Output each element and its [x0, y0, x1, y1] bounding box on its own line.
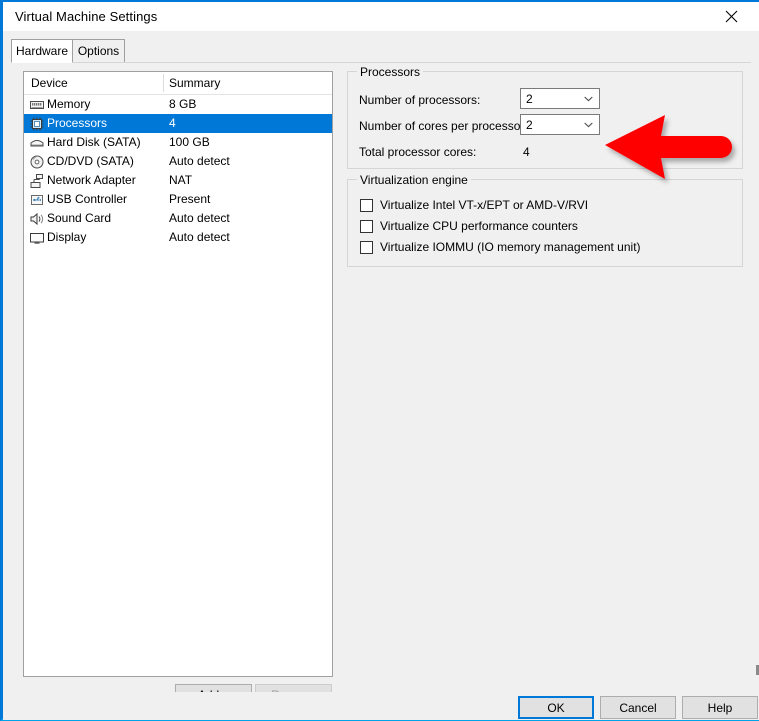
tab-strip: Hardware Options	[11, 39, 751, 63]
total-processor-cores-label: Total processor cores:	[359, 145, 477, 159]
device-name: Sound Card	[47, 211, 112, 225]
number-of-cores-value: 2	[526, 118, 533, 132]
number-of-processors-dropdown[interactable]: 2	[520, 88, 600, 109]
column-header-device[interactable]: Device	[31, 76, 68, 90]
tab-options[interactable]: Options	[72, 39, 125, 63]
tab-hardware-label: Hardware	[15, 44, 69, 58]
number-of-cores-label: Number of cores per processor:	[359, 119, 528, 133]
number-of-processors-label: Number of processors:	[359, 93, 481, 107]
client-area: Hardware Options Device Summary Memory 8…	[3, 31, 759, 720]
network-adapter-icon	[30, 174, 43, 188]
device-row-display[interactable]: Display Auto detect	[24, 228, 332, 247]
device-summary: 8 GB	[169, 97, 197, 111]
cancel-button[interactable]: Cancel	[600, 696, 676, 719]
display-icon	[30, 233, 44, 244]
number-of-cores-dropdown[interactable]: 2	[520, 114, 600, 135]
device-row-processors[interactable]: Processors 4	[24, 114, 332, 133]
tab-hardware[interactable]: Hardware	[11, 39, 73, 63]
device-row-usb-controller[interactable]: USB Controller Present	[24, 190, 332, 209]
device-summary: NAT	[169, 173, 193, 187]
device-list-header: Device Summary	[24, 72, 332, 95]
device-name: USB Controller	[47, 192, 128, 206]
processors-group-title: Processors	[357, 65, 424, 79]
device-name: Processors	[47, 116, 108, 130]
device-summary: Present	[169, 192, 211, 206]
window-title: Virtual Machine Settings	[15, 9, 158, 24]
title-bar: Virtual Machine Settings	[3, 2, 759, 31]
device-name: Display	[47, 230, 87, 244]
device-row-cd-dvd[interactable]: CD/DVD (SATA) Auto detect	[24, 152, 332, 171]
device-name: CD/DVD (SATA)	[47, 154, 134, 168]
checkbox-label: Virtualize IOMMU (IO memory management u…	[380, 240, 641, 254]
device-row-memory[interactable]: Memory 8 GB	[24, 95, 332, 114]
chevron-down-icon	[584, 122, 593, 128]
tab-strip-divider	[11, 62, 751, 63]
column-divider	[163, 74, 164, 92]
number-of-processors-value: 2	[526, 92, 533, 106]
sound-card-icon	[30, 212, 44, 226]
cancel-button-label: Cancel	[619, 700, 657, 715]
close-button[interactable]	[709, 2, 753, 31]
checkbox-label: Virtualize CPU performance counters	[380, 219, 578, 233]
device-name: Network Adapter	[47, 173, 136, 187]
ok-button[interactable]: OK	[518, 696, 594, 719]
chevron-down-icon	[584, 96, 593, 102]
device-row-network-adapter[interactable]: Network Adapter NAT	[24, 171, 332, 190]
hard-disk-icon	[30, 140, 44, 147]
memory-icon	[30, 101, 44, 109]
processors-group: Processors Number of processors: 2 Numbe…	[347, 65, 743, 169]
device-summary: Auto detect	[169, 154, 230, 168]
checkbox-virtualize-iommu[interactable]	[360, 241, 373, 254]
tab-options-label: Options	[77, 44, 120, 58]
device-row-sound-card[interactable]: Sound Card Auto detect	[24, 209, 332, 228]
device-summary: 4	[169, 116, 176, 130]
help-button[interactable]: Help	[682, 696, 758, 719]
device-name: Hard Disk (SATA)	[47, 135, 141, 149]
checkbox-virtualize-cpu-counters[interactable]	[360, 220, 373, 233]
total-processor-cores-value: 4	[523, 145, 530, 159]
checkbox-virtualize-intel-vtx[interactable]	[360, 199, 373, 212]
usb-controller-icon	[31, 195, 43, 205]
close-icon	[725, 10, 737, 23]
processor-icon	[30, 117, 44, 131]
device-row-hard-disk[interactable]: Hard Disk (SATA) 100 GB	[24, 133, 332, 152]
device-summary: 100 GB	[169, 135, 210, 149]
help-button-label: Help	[707, 700, 733, 715]
device-list[interactable]: Device Summary Memory 8 GB Processors 4 …	[23, 71, 333, 677]
device-name: Memory	[47, 97, 91, 111]
virtual-machine-settings-window: Virtual Machine Settings Hardware Option…	[0, 0, 759, 721]
ok-button-label: OK	[547, 700, 565, 715]
checkbox-label: Virtualize Intel VT-x/EPT or AMD-V/RVI	[380, 198, 589, 212]
device-summary: Auto detect	[169, 230, 230, 244]
column-header-summary[interactable]: Summary	[169, 76, 220, 90]
virtualization-engine-group: Virtualization engine Virtualize Intel V…	[347, 173, 743, 267]
cd-dvd-icon	[30, 155, 44, 169]
virtualization-engine-group-title: Virtualization engine	[357, 173, 471, 187]
device-summary: Auto detect	[169, 211, 230, 225]
